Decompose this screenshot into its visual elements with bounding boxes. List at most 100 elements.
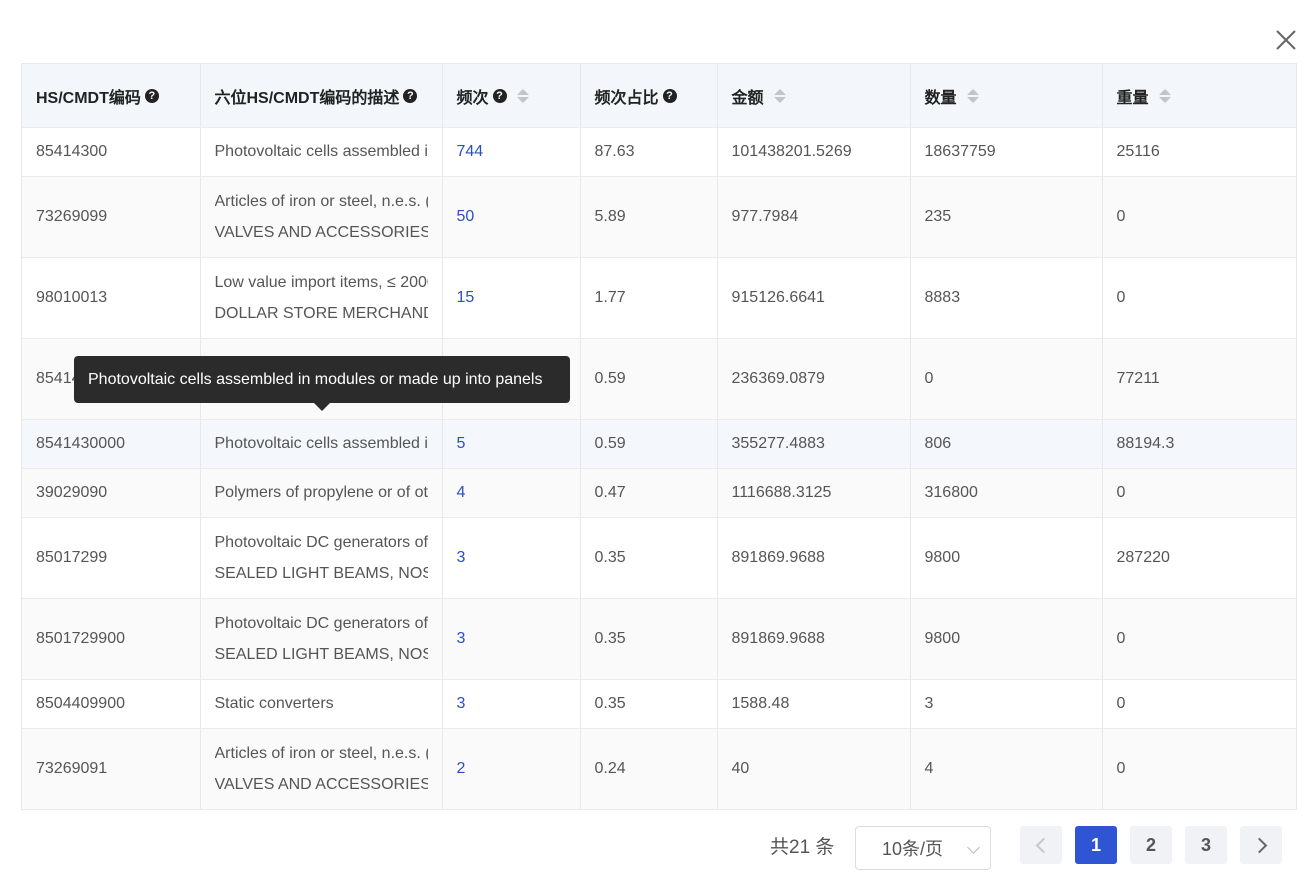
description-line: SEALED LIGHT BEAMS, NOS bbox=[214, 565, 428, 582]
cell-freq[interactable]: 50 bbox=[442, 176, 581, 258]
sort-icon[interactable] bbox=[1158, 88, 1171, 103]
cell-weight: 25116 bbox=[1102, 127, 1296, 177]
cell-desc: Photovoltaic cells assembled in modules … bbox=[200, 419, 443, 469]
cell-ratio: 0.35 bbox=[580, 679, 718, 729]
column-label: 重量 bbox=[1116, 89, 1149, 107]
column-header-2[interactable]: 频次? bbox=[442, 64, 581, 128]
cell-weight: 0 bbox=[1102, 728, 1296, 810]
description-line: SEALED LIGHT BEAMS, NOS bbox=[214, 646, 428, 663]
sort-icon[interactable] bbox=[966, 88, 979, 103]
cell-weight: 0 bbox=[1102, 176, 1296, 258]
description-line: Polymers of propylene or of other olefin… bbox=[214, 484, 428, 501]
description-line: VALVES AND ACCESSORIES bbox=[214, 776, 428, 793]
cell-qty: 235 bbox=[910, 176, 1103, 258]
chevron-down-icon bbox=[967, 841, 980, 854]
column-label: HS/CMDT编码 bbox=[36, 89, 141, 107]
cell-code: 39029090 bbox=[22, 468, 201, 518]
cell-weight: 88194.3 bbox=[1102, 419, 1296, 469]
cell-ratio: 0.35 bbox=[580, 517, 718, 599]
cell-ratio: 0.59 bbox=[580, 338, 718, 420]
cell-weight: 0 bbox=[1102, 679, 1296, 729]
sort-icon[interactable] bbox=[516, 88, 529, 103]
cell-qty: 8883 bbox=[910, 257, 1103, 339]
column-header-5[interactable]: 数量 bbox=[910, 64, 1103, 128]
cell-qty: 9800 bbox=[910, 517, 1103, 599]
help-icon[interactable]: ? bbox=[662, 88, 677, 103]
cell-amount: 101438201.5269 bbox=[717, 127, 911, 177]
cell-desc: Static converters bbox=[200, 679, 443, 729]
cell-qty: 18637759 bbox=[910, 127, 1103, 177]
cell-weight: 0 bbox=[1102, 257, 1296, 339]
table-row: 85017299 Photovoltaic DC generators of an… bbox=[22, 517, 1296, 599]
description-tooltip: Photovoltaic cells assembled in modules … bbox=[74, 356, 570, 411]
cell-ratio: 87.63 bbox=[580, 127, 718, 177]
description-line: VALVES AND ACCESSORIES bbox=[214, 224, 428, 241]
sort-icon[interactable] bbox=[773, 88, 786, 103]
cell-code: 73269091 bbox=[22, 728, 201, 810]
table-row: 8504409900 Static converters 3 0.35 1588.48 3… bbox=[22, 679, 1296, 729]
close-icon[interactable] bbox=[1273, 27, 1299, 53]
table-row: 73269091 Articles of iron or steel, n.e.s… bbox=[22, 728, 1296, 810]
cell-freq[interactable]: 744 bbox=[442, 127, 581, 177]
cell-freq[interactable]: 3 bbox=[442, 598, 581, 680]
column-header-4[interactable]: 金额 bbox=[717, 64, 911, 128]
description-line: Photovoltaic cells assembled in modules … bbox=[214, 435, 428, 452]
cell-freq[interactable]: 15 bbox=[442, 257, 581, 339]
cell-amount: 236369.0879 bbox=[717, 338, 911, 420]
cell-freq[interactable]: 3 bbox=[442, 679, 581, 729]
cell-ratio: 5.89 bbox=[580, 176, 718, 258]
cell-qty: 806 bbox=[910, 419, 1103, 469]
help-icon[interactable]: ? bbox=[492, 88, 507, 103]
cell-desc: Photovoltaic DC generators of an output … bbox=[200, 598, 443, 680]
cell-amount: 891869.9688 bbox=[717, 517, 911, 599]
cell-freq[interactable]: 5 bbox=[442, 419, 581, 469]
cell-desc: Photovoltaic cells assembled in modules … bbox=[200, 127, 443, 177]
cell-code: 8504409900 bbox=[22, 679, 201, 729]
description-line: Articles of iron or steel, n.e.s. (excl.… bbox=[214, 745, 428, 762]
cell-freq[interactable]: 2 bbox=[442, 728, 581, 810]
column-label: 频次 bbox=[456, 89, 489, 107]
prev-page-button[interactable] bbox=[1020, 826, 1062, 864]
data-table: HS/CMDT编码? 六位HS/CMDT编码的描述? 频次? 频次占比? 金额 数量 重量 … bbox=[21, 63, 1297, 810]
description-line: DOLLAR STORE MERCHANDISE bbox=[214, 305, 428, 322]
page-size-label: 10条/页 bbox=[882, 839, 944, 859]
cell-ratio: 0.35 bbox=[580, 598, 718, 680]
cell-qty: 4 bbox=[910, 728, 1103, 810]
column-label: 金额 bbox=[731, 89, 764, 107]
page-size-select[interactable]: 10条/页 bbox=[855, 826, 991, 870]
cell-ratio: 1.77 bbox=[580, 257, 718, 339]
cell-desc: Articles of iron or steel, n.e.s. (excl.… bbox=[200, 728, 443, 810]
help-icon[interactable]: ? bbox=[144, 88, 159, 103]
table-row: 39029090 Polymers of propylene or of othe… bbox=[22, 468, 1296, 518]
cell-desc: Polymers of propylene or of other olefin… bbox=[200, 468, 443, 518]
column-header-6[interactable]: 重量 bbox=[1102, 64, 1296, 128]
cell-desc: Photovoltaic DC generators of an output … bbox=[200, 517, 443, 599]
cell-ratio: 0.47 bbox=[580, 468, 718, 518]
page-button-1[interactable]: 1 bbox=[1075, 826, 1117, 864]
cell-amount: 1116688.3125 bbox=[717, 468, 911, 518]
cell-code: 8541430000 bbox=[22, 419, 201, 469]
column-header-1: 六位HS/CMDT编码的描述? bbox=[200, 64, 443, 128]
cell-amount: 977.7984 bbox=[717, 176, 911, 258]
page-button-3[interactable]: 3 bbox=[1185, 826, 1227, 864]
chevron-left-icon bbox=[1035, 837, 1051, 854]
cell-freq[interactable]: 3 bbox=[442, 517, 581, 599]
cell-code: 98010013 bbox=[22, 257, 201, 339]
cell-amount: 915126.6641 bbox=[717, 257, 911, 339]
cell-freq[interactable]: 4 bbox=[442, 468, 581, 518]
next-page-button[interactable] bbox=[1240, 826, 1282, 864]
description-line: Photovoltaic DC generators of an output … bbox=[214, 615, 428, 632]
page-button-2[interactable]: 2 bbox=[1130, 826, 1172, 864]
cell-ratio: 0.59 bbox=[580, 419, 718, 469]
column-header-3: 频次占比? bbox=[580, 64, 718, 128]
cell-weight: 0 bbox=[1102, 598, 1296, 680]
cell-code: 73269099 bbox=[22, 176, 201, 258]
column-label: 频次占比 bbox=[594, 89, 659, 107]
column-label: 六位HS/CMDT编码的描述 bbox=[214, 89, 400, 107]
total-count: 共21 条 bbox=[770, 837, 835, 858]
chevron-right-icon bbox=[1251, 837, 1267, 854]
table-header: HS/CMDT编码? 六位HS/CMDT编码的描述? 频次? 频次占比? 金额 数量 重量 bbox=[22, 64, 1296, 128]
table-row: 8501729900 Photovoltaic DC generators of … bbox=[22, 598, 1296, 680]
cell-qty: 0 bbox=[910, 338, 1103, 420]
help-icon[interactable]: ? bbox=[403, 88, 418, 103]
